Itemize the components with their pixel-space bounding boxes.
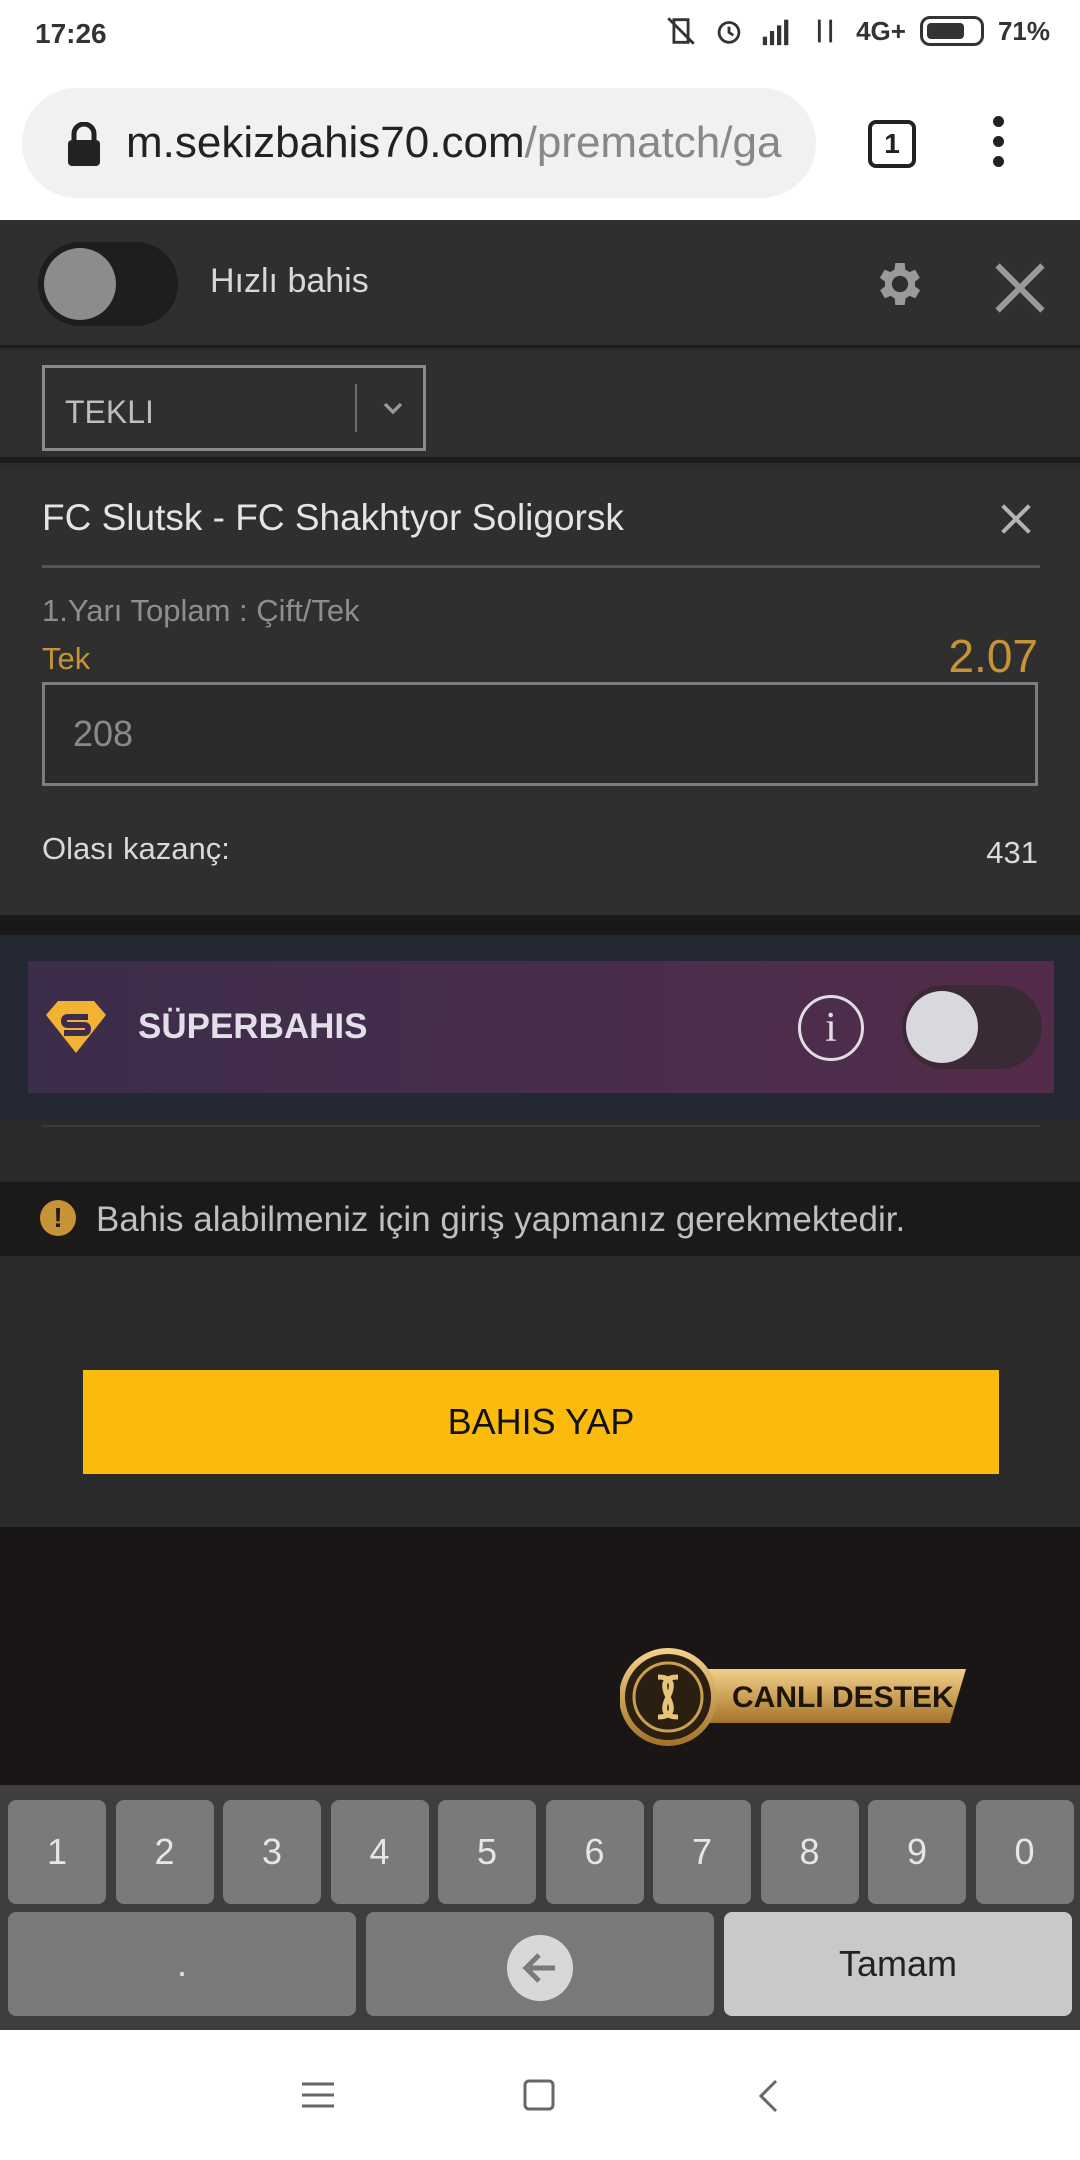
data-arrows-icon: [817, 19, 833, 43]
live-support-button[interactable]: CANLI DESTEK: [620, 1647, 966, 1747]
tab-switcher-button[interactable]: 1: [868, 120, 916, 168]
status-bar: 17:26 4G+ 71%: [0, 0, 1080, 68]
payout-label: Olası kazanç:: [42, 831, 230, 866]
live-support-label: CANLI DESTEK: [732, 1681, 954, 1714]
stake-input[interactable]: [45, 685, 1035, 783]
superbahis-toggle[interactable]: [902, 985, 1042, 1069]
quick-bet-toggle[interactable]: [38, 242, 178, 326]
key-4[interactable]: 4: [330, 1800, 429, 1904]
backspace-icon: [507, 1935, 573, 2001]
alert-text: Bahis alabilmeniz için giriş yapmanız ge…: [96, 1200, 906, 1239]
menu-icon[interactable]: [300, 2080, 336, 2110]
key-2[interactable]: 2: [115, 1800, 214, 1904]
separator: [0, 915, 1080, 935]
mute-vibrate-icon: [667, 17, 695, 45]
bet-type-row: TEKLI: [0, 351, 1080, 463]
match-title: FC Slutsk - FC Shakhtyor Soligorsk: [42, 497, 624, 538]
key-9[interactable]: 9: [868, 1800, 966, 1904]
chevron-down-icon: [383, 402, 403, 415]
place-bet-button[interactable]: BAHIS YAP: [83, 1370, 999, 1474]
key-done[interactable]: Tamam: [724, 1912, 1072, 2016]
odds-value: 2.07: [948, 630, 1038, 682]
lock-icon: [68, 122, 100, 166]
battery-icon: [919, 16, 984, 46]
back-nav-icon[interactable]: [756, 2078, 780, 2114]
superbahis-bar: SÜPERBAHIS i: [28, 961, 1054, 1093]
key-3[interactable]: 3: [223, 1800, 321, 1904]
bet-item: FC Slutsk - FC Shakhtyor Soligorsk 1.Yar…: [0, 469, 1080, 915]
login-required-alert: ! Bahis alabilmeniz için giriş yapmanız …: [0, 1182, 1080, 1256]
betslip-header: Hızlı bahis: [0, 220, 1080, 348]
toggle-knob: [906, 991, 978, 1063]
betslip-panel: Hızlı bahis TEKLI FC Slutsk - FC Shakhty…: [0, 220, 1080, 1785]
key-dot[interactable]: .: [8, 1912, 356, 2016]
network-type: 4G+: [856, 15, 906, 46]
home-icon[interactable]: [522, 2078, 556, 2112]
key-5[interactable]: 5: [438, 1800, 536, 1904]
battery-level: [926, 23, 965, 39]
payout-value: 431: [986, 835, 1038, 870]
quick-bet-label: Hızlı bahis: [210, 262, 369, 300]
divider: [42, 565, 1040, 568]
superbahis-section: SÜPERBAHIS i: [0, 935, 1080, 1121]
address-bar[interactable]: m.sekizbahis70.com/prematch/ga: [22, 88, 816, 198]
stake-field[interactable]: [42, 682, 1038, 786]
warning-icon: !: [40, 1200, 76, 1236]
key-0[interactable]: 0: [975, 1800, 1074, 1904]
key-8[interactable]: 8: [760, 1800, 859, 1904]
url-host: m.sekizbahis70.com: [126, 118, 525, 167]
url-path: /prematch/ga: [524, 118, 782, 167]
key-7[interactable]: 7: [653, 1800, 751, 1904]
selection-name: Tek: [42, 641, 91, 676]
superbahis-logo-icon: [46, 1001, 106, 1053]
market-name: 1.Yarı Toplam : Çift/Tek: [42, 593, 360, 628]
system-nav-bar: [0, 2030, 1080, 2160]
status-icons: 4G+ 71%: [664, 14, 1050, 48]
bet-type-value: TEKLI: [65, 394, 154, 430]
battery-percent: 71%: [997, 15, 1050, 46]
select-divider: [355, 384, 357, 432]
status-time: 17:26: [35, 18, 107, 49]
gear-icon[interactable]: [872, 256, 928, 312]
browser-toolbar: m.sekizbahis70.com/prematch/ga 1: [0, 68, 1080, 220]
signal-icon: [762, 19, 789, 46]
key-backspace[interactable]: [366, 1912, 714, 2016]
close-betslip-icon[interactable]: [990, 258, 1050, 318]
browser-menu-icon[interactable]: [990, 116, 1006, 176]
key-1[interactable]: 1: [8, 1800, 106, 1904]
remove-bet-icon[interactable]: [996, 499, 1036, 539]
superbahis-title: SÜPERBAHIS: [138, 1007, 368, 1046]
toggle-knob: [44, 248, 116, 320]
divider: [42, 1125, 1040, 1127]
url-text: m.sekizbahis70.com/prematch/ga: [126, 118, 806, 168]
bet-type-select[interactable]: TEKLI: [42, 365, 426, 451]
key-6[interactable]: 6: [545, 1800, 644, 1904]
info-icon[interactable]: i: [798, 995, 864, 1061]
alarm-icon: [717, 21, 741, 44]
